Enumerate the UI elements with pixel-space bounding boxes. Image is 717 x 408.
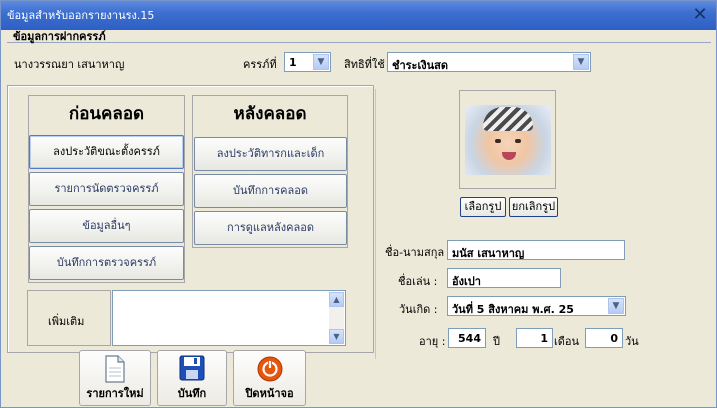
age-label: อายุ : <box>419 335 446 348</box>
postnatal-care-button[interactable]: การดูแลหลังคลอด <box>194 211 347 245</box>
dob-label: วันเกิด : <box>399 303 438 316</box>
month-unit: เดือน <box>554 335 580 348</box>
panel-divider <box>375 89 376 359</box>
notes-label-box: เพิ่มเติม <box>27 290 111 346</box>
chevron-down-icon[interactable]: ▼ <box>313 54 329 70</box>
close-screen-label: ปิดหน้าจอ <box>245 387 294 400</box>
pregnancy-history-button[interactable]: ลงประวัติขณะตั้งครรภ์ <box>29 135 184 169</box>
window-title: ข้อมูลสำหรับออกรายงานรง.15 <box>7 9 155 22</box>
child-photo <box>465 105 551 175</box>
age-years-field[interactable]: 544 <box>448 328 486 348</box>
other-info-button[interactable]: ข้อมูลอื่นๆ <box>29 209 184 243</box>
photo-mouth <box>502 152 516 160</box>
notes-textarea[interactable]: ▲ ▼ <box>112 290 346 346</box>
dob-picker[interactable]: วันที่ 5 สิงหาคม พ.ศ. 25 ▼ <box>447 296 626 316</box>
new-record-button[interactable]: รายการใหม่ <box>79 350 151 406</box>
pregnancy-value: 1 <box>289 56 297 69</box>
prenatal-exam-button[interactable]: บันทึกการตรวจครรภ์ <box>29 246 184 280</box>
close-screen-button[interactable]: ปิดหน้าจอ <box>233 350 306 406</box>
group-title: ข้อมูลการฝากครรภ์ <box>7 31 711 43</box>
notes-scrollbar[interactable]: ▲ ▼ <box>329 292 344 344</box>
year-unit: ปี <box>493 335 500 348</box>
rights-value: ชำระเงินสด <box>392 59 448 72</box>
scroll-up-icon[interactable]: ▲ <box>329 292 344 307</box>
fullname-label: ชื่อ-นามสกุล : <box>385 246 452 259</box>
appointment-list-button[interactable]: รายการนัดตรวจครรภ์ <box>29 172 184 206</box>
rights-select[interactable]: ชำระเงินสด ▼ <box>387 52 591 72</box>
patient-name: นางวรรณยา เสนาหาญ <box>14 58 125 71</box>
document-icon <box>105 355 125 383</box>
age-days-field[interactable]: 0 <box>585 328 623 348</box>
close-icon[interactable]: ✕ <box>690 5 710 25</box>
cancel-photo-button[interactable]: ยกเลิกรูป <box>509 197 558 217</box>
scroll-down-icon[interactable]: ▼ <box>329 329 344 344</box>
chevron-down-icon[interactable]: ▼ <box>608 298 624 314</box>
notes-label: เพิ่มเติม <box>48 315 85 328</box>
save-button[interactable]: บันทึก <box>157 350 227 406</box>
chevron-down-icon[interactable]: ▼ <box>573 54 589 70</box>
rights-label: สิทธิที่ใช้ <box>344 58 385 71</box>
select-photo-button[interactable]: เลือกรูป <box>460 197 506 217</box>
floppy-disk-icon <box>179 355 205 381</box>
after-birth-title: หลังคลอด <box>233 104 307 124</box>
photo-hat <box>483 107 533 131</box>
nickname-label: ชื่อเล่น : <box>398 275 438 288</box>
pregnancy-label: ครรภ์ที่ <box>243 58 277 71</box>
day-unit: วัน <box>625 335 639 348</box>
age-months-field[interactable]: 1 <box>516 328 553 348</box>
photo-eye <box>515 139 521 143</box>
power-icon <box>257 356 282 382</box>
infant-history-button[interactable]: ลงประวัติทารกและเด็ก <box>194 137 347 171</box>
delivery-record-button[interactable]: บันทึกการคลอด <box>194 174 347 208</box>
photo-eye <box>495 139 501 143</box>
title-bar: ข้อมูลสำหรับออกรายงานรง.15 ✕ <box>1 1 716 30</box>
new-record-label: รายการใหม่ <box>86 387 144 400</box>
fullname-field[interactable]: มนัส เสนาหาญ <box>447 240 625 260</box>
nickname-field[interactable]: อังเปา <box>447 268 561 288</box>
dialog-window: ข้อมูลสำหรับออกรายงานรง.15 ✕ ข้อมูลการฝา… <box>0 0 717 408</box>
photo-frame <box>459 90 556 189</box>
before-birth-title: ก่อนคลอด <box>68 104 145 124</box>
pregnancy-select[interactable]: 1 ▼ <box>284 52 331 72</box>
save-label: บันทึก <box>177 387 207 400</box>
dob-value: วันที่ 5 สิงหาคม พ.ศ. 25 <box>452 303 574 316</box>
